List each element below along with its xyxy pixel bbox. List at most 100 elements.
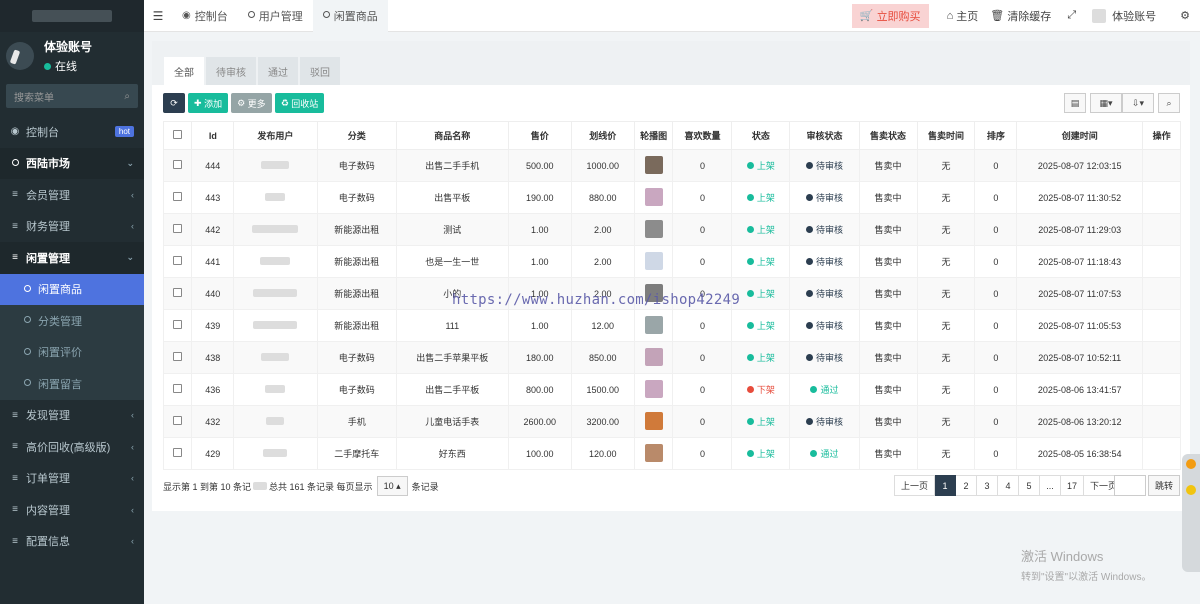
sidebar-item-order-management[interactable]: ≡ 订单管理 ‹ xyxy=(0,463,144,495)
account-menu[interactable]: 体验账号 xyxy=(1086,8,1174,24)
search-toggle-icon[interactable]: ⌕ xyxy=(1158,93,1180,113)
tab-dashboard[interactable]: ◉ 控制台 xyxy=(172,0,238,32)
page-button[interactable]: 2 xyxy=(955,475,977,496)
row-checkbox-cell[interactable] xyxy=(162,149,193,182)
table-row[interactable]: 444 电子数码 出售二手手机 500.00 1000.00 0 上架 待审核 售卖中无 0 202… xyxy=(162,149,1181,182)
row-checkbox[interactable] xyxy=(173,160,183,169)
status-badge[interactable]: 上架 xyxy=(746,415,775,428)
sidebar-item-finance-management[interactable]: ≡ 财务管理 ‹ xyxy=(0,211,144,243)
sidebar-item-config-info[interactable]: ≡ 配置信息 ‹ xyxy=(0,526,144,558)
row-checkbox-cell[interactable] xyxy=(162,213,193,246)
refresh-button[interactable]: ⟳ xyxy=(163,93,185,113)
col-image[interactable]: 轮播图 xyxy=(633,121,674,150)
home-link[interactable]: ⌂ 主页 xyxy=(941,8,985,24)
sidebar-item-member-management[interactable]: ≡ 会员管理 ‹ xyxy=(0,179,144,211)
row-checkbox-cell[interactable] xyxy=(162,277,193,310)
row-checkbox-cell[interactable] xyxy=(162,341,193,374)
tab-rejected[interactable]: 驳回 xyxy=(300,57,340,85)
row-checkbox[interactable] xyxy=(173,448,183,457)
table-row[interactable]: 438 电子数码 出售二手苹果平板 180.00 850.00 0 上架 待审核 售卖中无 0 20… xyxy=(162,341,1181,374)
add-button[interactable]: ✚ 添加 xyxy=(188,93,229,113)
tab-idle-goods[interactable]: 闲置商品 xyxy=(312,0,388,32)
columns-icon[interactable]: ▦▾ xyxy=(1090,93,1122,113)
page-button[interactable]: 1 xyxy=(934,475,956,496)
page-button[interactable]: ... xyxy=(1039,475,1061,496)
sidebar-item-xilu-market[interactable]: 西陆市场 ⌄ xyxy=(0,147,144,179)
table-row[interactable]: 443 电子数码 出售平板 190.00 880.00 0 上架 待审核 售卖中无 0 2025-0… xyxy=(162,181,1181,214)
row-checkbox[interactable] xyxy=(173,352,183,361)
tab-approved[interactable]: 通过 xyxy=(258,57,298,85)
row-checkbox[interactable] xyxy=(173,384,183,393)
status-badge[interactable]: 下架 xyxy=(746,383,775,396)
thumbnail-image[interactable] xyxy=(644,187,663,206)
col-sale-time[interactable]: 售卖时间 xyxy=(916,121,976,150)
col-name[interactable]: 商品名称 xyxy=(395,121,509,150)
table-view-icon[interactable]: ▤ xyxy=(1064,93,1086,113)
row-checkbox-cell[interactable] xyxy=(162,373,193,406)
sidebar-item-content-management[interactable]: ≡ 内容管理 ‹ xyxy=(0,494,144,526)
row-checkbox-cell[interactable] xyxy=(162,245,193,278)
col-id[interactable]: Id xyxy=(191,121,235,150)
status-badge[interactable]: 上架 xyxy=(746,191,775,204)
status-badge[interactable]: 上架 xyxy=(746,223,775,236)
row-checkbox-cell[interactable] xyxy=(162,309,193,342)
thumbnail-image[interactable] xyxy=(644,219,663,238)
row-checkbox[interactable] xyxy=(173,256,183,265)
table-row[interactable]: 432 手机 儿童电话手表 2600.00 3200.00 0 上架 待审核 售卖中无 0 2025… xyxy=(162,405,1181,438)
col-created[interactable]: 创建时间 xyxy=(1016,121,1144,150)
col-price[interactable]: 售价 xyxy=(507,121,572,150)
sidebar-item-idle-reviews[interactable]: 闲置评价 xyxy=(0,336,144,368)
tab-all[interactable]: 全部 xyxy=(164,57,204,85)
select-all-checkbox[interactable] xyxy=(162,121,193,150)
prev-page-button[interactable]: 上一页 xyxy=(893,475,935,496)
jump-page-input[interactable] xyxy=(1113,475,1146,496)
recycle-bin-button[interactable]: ♻ 回收站 xyxy=(274,93,325,113)
table-row[interactable]: 436 电子数码 出售二手平板 800.00 1500.00 0 下架 通过 售卖中无 0 2025… xyxy=(162,373,1181,406)
sidebar-item-idle-messages[interactable]: 闲置留言 xyxy=(0,368,144,400)
col-sale[interactable]: 售卖状态 xyxy=(858,121,918,150)
thumbnail-image[interactable] xyxy=(644,251,663,270)
sidebar-item-discover-management[interactable]: ≡ 发现管理 ‹ xyxy=(0,400,144,432)
thumbnail-image[interactable] xyxy=(644,315,663,334)
jump-button[interactable]: 跳转 xyxy=(1147,475,1180,496)
page-button[interactable]: 4 xyxy=(997,475,1019,496)
more-button[interactable]: ⚙ 更多 xyxy=(231,93,272,113)
thumbnail-image[interactable] xyxy=(644,411,663,430)
row-checkbox-cell[interactable] xyxy=(162,181,193,214)
sidebar-item-idle-management[interactable]: ≡ 闲置管理 ⌄ xyxy=(0,242,144,274)
row-checkbox[interactable] xyxy=(173,288,183,297)
sidebar-item-category-management[interactable]: 分类管理 xyxy=(0,305,144,337)
col-audit[interactable]: 审核状态 xyxy=(789,121,860,150)
col-user[interactable]: 发布用户 xyxy=(233,121,318,150)
row-checkbox[interactable] xyxy=(173,192,183,201)
search-input[interactable]: 搜索菜单 ⌕ xyxy=(6,84,138,108)
thumbnail-image[interactable] xyxy=(644,379,663,398)
sidebar-item-idle-goods[interactable]: 闲置商品 xyxy=(0,273,144,305)
tab-pending[interactable]: 待审核 xyxy=(206,57,256,85)
row-checkbox[interactable] xyxy=(173,224,183,233)
thumbnail-image[interactable] xyxy=(644,443,663,462)
thumbnail-image[interactable] xyxy=(644,347,663,366)
row-checkbox[interactable] xyxy=(173,320,183,329)
status-badge[interactable]: 上架 xyxy=(746,159,775,172)
buy-now-button[interactable]: 🛒 立即购买 xyxy=(851,3,929,28)
clear-cache-button[interactable]: 🗑 清除缓存 xyxy=(984,8,1057,24)
col-likes[interactable]: 喜欢数量 xyxy=(672,121,733,150)
col-category[interactable]: 分类 xyxy=(316,121,397,150)
logo[interactable] xyxy=(0,0,144,32)
table-row[interactable]: 442 新能源出租 测试 1.00 2.00 0 上架 待审核 售卖中无 0 2025-08-07 … xyxy=(162,213,1181,246)
col-orig-price[interactable]: 划线价 xyxy=(570,121,635,150)
status-badge[interactable]: 上架 xyxy=(746,319,775,332)
status-badge[interactable]: 上架 xyxy=(746,351,775,364)
row-checkbox-cell[interactable] xyxy=(162,437,193,470)
search-icon[interactable]: ⌕ xyxy=(124,91,130,102)
tab-user-management[interactable]: 用户管理 xyxy=(238,0,313,32)
row-checkbox-cell[interactable] xyxy=(162,405,193,438)
menu-toggle-icon[interactable]: ☰ xyxy=(144,9,172,23)
table-row[interactable]: 441 新能源出租 也是一生一世 1.00 2.00 0 上架 待审核 售卖中无 0 2025-08… xyxy=(162,245,1181,278)
export-icon[interactable]: ⇩▾ xyxy=(1122,93,1154,113)
sidebar-item-recycle-advanced[interactable]: ≡ 高价回收(高级版) ‹ xyxy=(0,431,144,463)
page-size-select[interactable]: 10 ▴ xyxy=(376,476,408,496)
sidebar-item-dashboard[interactable]: ◉ 控制台 hot xyxy=(0,116,144,148)
page-button[interactable]: 5 xyxy=(1018,475,1040,496)
